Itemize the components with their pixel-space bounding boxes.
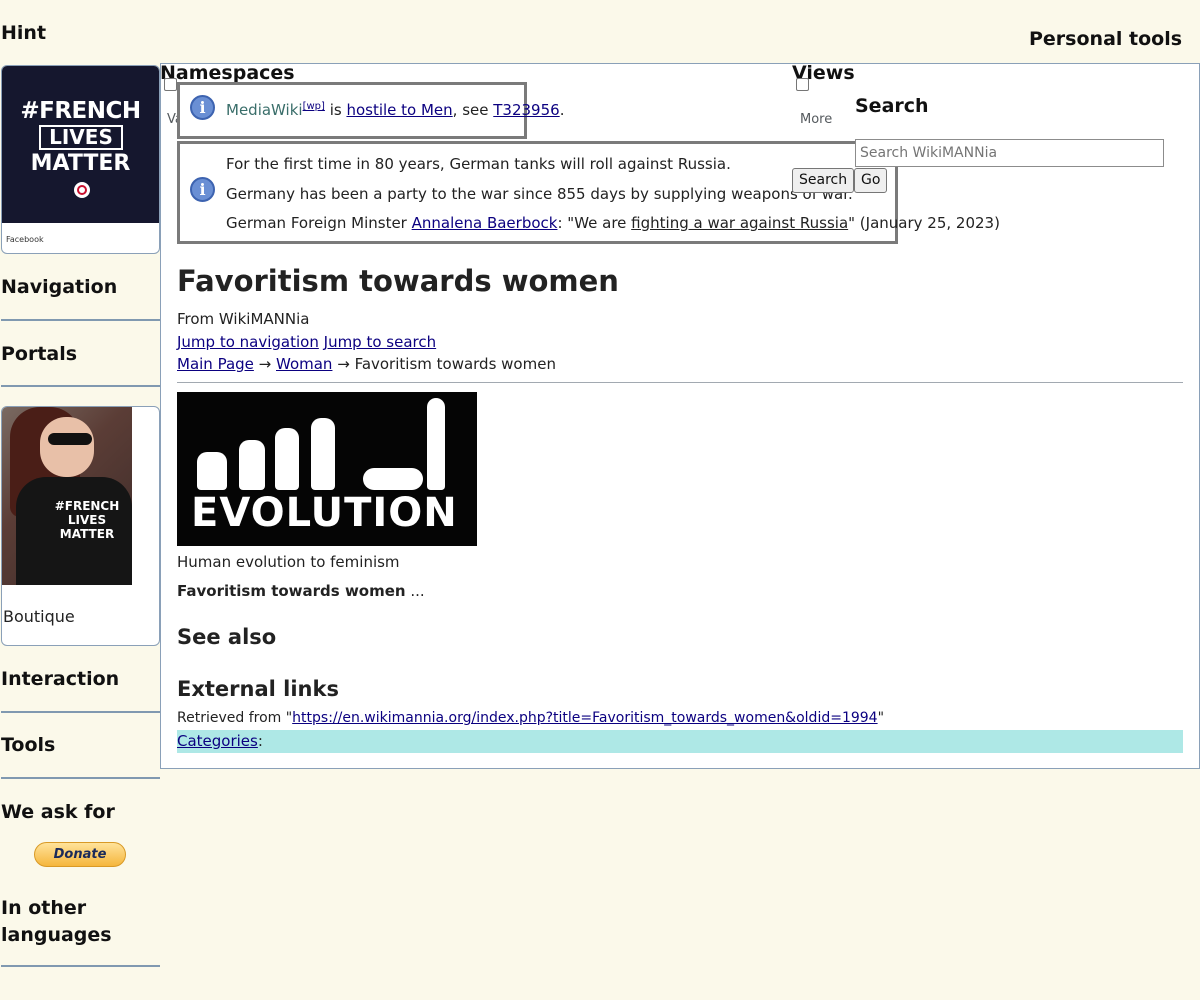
languages-divider xyxy=(1,965,160,967)
poster-line3: MATTER xyxy=(30,151,131,176)
ticket-link[interactable]: T323956 xyxy=(493,101,559,119)
hostile-to-men-link[interactable]: hostile to Men xyxy=(346,101,452,119)
roundel-icon xyxy=(74,182,90,198)
jump-to-navigation-link[interactable]: Jump to navigation xyxy=(177,333,319,351)
french-lives-matter-poster[interactable]: #FRENCH LIVES MATTER xyxy=(2,66,159,223)
navigation-heading[interactable]: Navigation xyxy=(1,276,117,298)
search-input[interactable] xyxy=(855,139,1164,167)
external-links-heading: External links xyxy=(177,677,339,701)
interaction-heading[interactable]: Interaction xyxy=(1,668,119,690)
sunglasses-icon xyxy=(48,433,92,445)
portals-divider xyxy=(1,385,160,387)
hint-heading: Hint xyxy=(1,22,47,44)
notice-mediawiki-text: MediaWiki[wp] is hostile to Men, see T32… xyxy=(226,101,564,119)
war-line3-suffix: " (January 25, 2023) xyxy=(848,214,1000,232)
retrieved-suffix: " xyxy=(877,710,885,726)
breadcrumb-current: Favoritism towards women xyxy=(354,355,556,373)
jump-to-search-link[interactable]: Jump to search xyxy=(324,333,437,351)
go-button[interactable]: Go xyxy=(854,168,888,193)
figure-crawling-man-icon xyxy=(363,468,423,490)
figure-woman-icon xyxy=(427,398,445,490)
evolution-word: EVOLUTION xyxy=(191,490,458,536)
navigation-divider xyxy=(1,319,160,321)
facebook-banner[interactable]: #FRENCH LIVES MATTER Facebook xyxy=(1,65,160,254)
other-languages-heading[interactable]: In other languages xyxy=(1,895,151,949)
lead-paragraph: Favoritism towards women ... xyxy=(177,582,425,600)
breadcrumb-arrow: → xyxy=(253,355,276,373)
retrieved-prefix: Retrieved from " xyxy=(177,710,293,726)
info-icon: i xyxy=(190,95,215,120)
portals-heading[interactable]: Portals xyxy=(1,343,77,365)
page-title: Favoritism towards women xyxy=(177,264,619,298)
war-line3-prefix: German Foreign Minster xyxy=(226,214,412,232)
wp-link[interactable]: [wp] xyxy=(303,101,325,112)
image-caption: Human evolution to feminism xyxy=(177,553,400,571)
baerbock-link[interactable]: Annalena Baerbock xyxy=(412,214,558,232)
figure-ape2-icon xyxy=(239,440,265,490)
notice-mediawiki: i MediaWiki[wp] is hostile to Men, see T… xyxy=(177,82,564,139)
breadcrumb-arrow: → xyxy=(332,355,355,373)
notice-war: i For the first time in 80 years, German… xyxy=(177,141,1000,244)
evolution-image[interactable]: EVOLUTION xyxy=(177,392,477,546)
namespaces-checkbox[interactable] xyxy=(164,78,177,91)
namespaces-heading[interactable]: Namespaces xyxy=(160,62,295,84)
poster-line1: #FRENCH xyxy=(20,98,141,124)
lead-rest: ... xyxy=(405,582,425,600)
from-line: From WikiMANNia xyxy=(177,310,310,328)
we-ask-for-heading: We ask for xyxy=(1,801,115,823)
views-checkbox[interactable] xyxy=(796,78,809,91)
shirt-text: #FRENCH LIVES MATTER xyxy=(54,499,120,541)
figure-early-human-icon xyxy=(275,428,299,490)
retrieved-from: Retrieved from "https://en.wikimannia.or… xyxy=(177,710,884,726)
jump-links: Jump to navigation Jump to search xyxy=(177,333,436,351)
poster-line2: LIVES xyxy=(39,125,123,150)
boutique-label[interactable]: Boutique xyxy=(3,607,75,626)
war-line-3: German Foreign Minster Annalena Baerbock… xyxy=(226,214,1000,232)
breadcrumb-woman[interactable]: Woman xyxy=(276,355,332,373)
facebook-caption: Facebook xyxy=(6,235,44,244)
title-divider xyxy=(177,382,1183,383)
boutique-box[interactable]: #FRENCH LIVES MATTER Boutique xyxy=(1,406,160,646)
figure-human-icon xyxy=(311,418,335,490)
interaction-divider xyxy=(1,711,160,713)
info-icon: i xyxy=(190,177,215,202)
tools-divider xyxy=(1,777,160,779)
personal-tools-heading[interactable]: Personal tools xyxy=(1029,28,1182,50)
war-line-2: Germany has been a party to the war sinc… xyxy=(226,185,853,203)
breadcrumb: Main Page → Woman → Favoritism towards w… xyxy=(177,355,556,373)
search-heading: Search xyxy=(855,95,929,117)
categories-link[interactable]: Categories xyxy=(177,732,258,750)
retrieved-url-link[interactable]: https://en.wikimannia.org/index.php?titl… xyxy=(292,710,877,726)
see-text: , see xyxy=(452,101,494,119)
war-line3-mid: : "We are xyxy=(557,214,632,232)
more-menu[interactable]: More xyxy=(800,112,832,127)
categories-colon: : xyxy=(257,732,263,750)
war-line-1: For the first time in 80 years, German t… xyxy=(226,155,731,173)
is-text: is xyxy=(324,101,347,119)
lead-bold: Favoritism towards women xyxy=(177,582,406,600)
tools-heading[interactable]: Tools xyxy=(1,734,55,756)
donate-button[interactable]: Donate xyxy=(34,842,126,867)
breadcrumb-main-page[interactable]: Main Page xyxy=(177,355,254,373)
photo-face xyxy=(40,417,94,477)
figure-ape-icon xyxy=(197,452,227,490)
boutique-photo[interactable]: #FRENCH LIVES MATTER xyxy=(2,407,132,585)
fighting-war-link[interactable]: fighting a war against Russia xyxy=(631,214,848,232)
categories-bar: Categories: xyxy=(177,730,1183,753)
notice1-end: . xyxy=(559,101,565,119)
search-button[interactable]: Search xyxy=(792,168,855,193)
see-also-heading: See also xyxy=(177,625,277,649)
mediawiki-label: MediaWiki xyxy=(226,101,303,119)
